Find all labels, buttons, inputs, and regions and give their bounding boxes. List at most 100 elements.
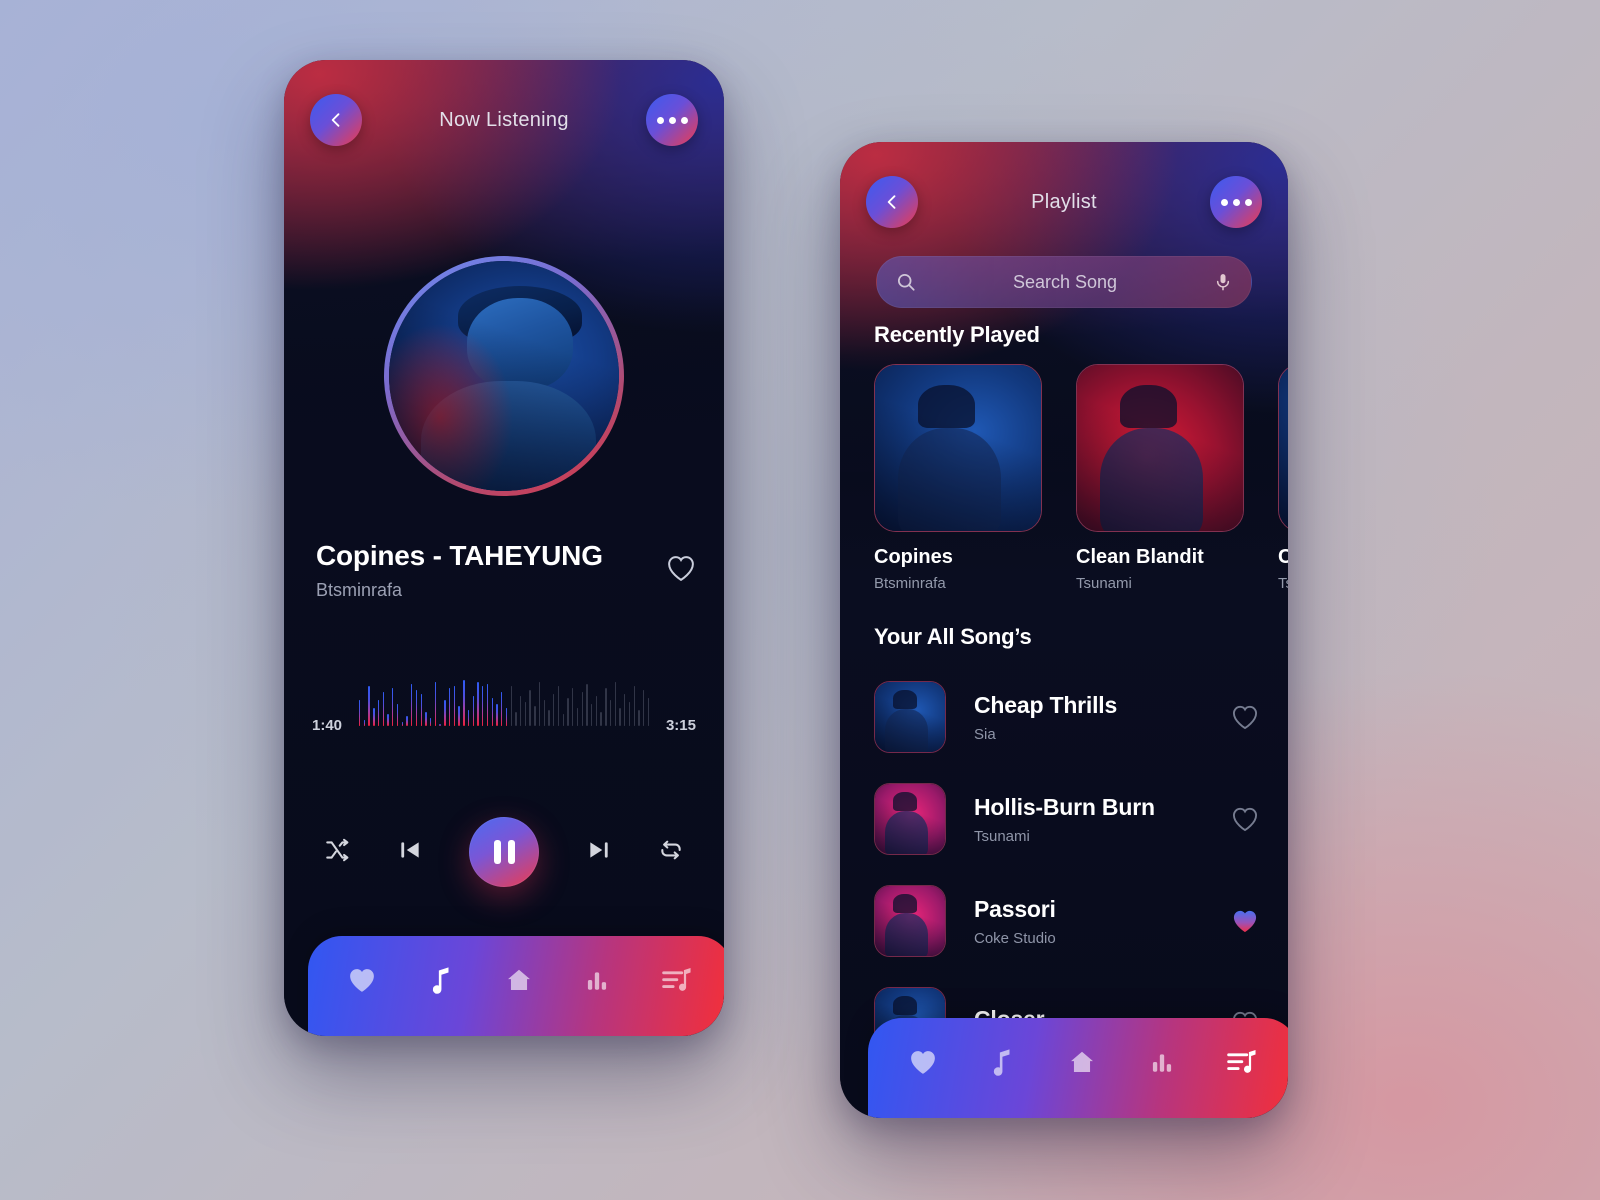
waveform-bar xyxy=(619,708,621,726)
heart-icon xyxy=(350,969,375,992)
recent-card[interactable]: Clean Blandit Tsunami xyxy=(1076,364,1244,604)
waveform-bar xyxy=(373,708,375,726)
repeat-button[interactable] xyxy=(658,837,684,868)
waveform-bar xyxy=(534,706,536,726)
next-button[interactable] xyxy=(585,837,613,868)
song-title: Hollis-Burn Burn xyxy=(974,793,1155,820)
artist-portrait xyxy=(389,261,619,491)
album-art xyxy=(384,256,624,496)
heart-outline-icon xyxy=(668,556,694,582)
page-title: Playlist xyxy=(1031,190,1097,213)
recent-card[interactable]: Cl Tsu xyxy=(1278,364,1288,604)
song-like-button[interactable] xyxy=(1228,704,1262,730)
music-note-icon xyxy=(432,967,449,994)
waveform-bar xyxy=(572,688,574,726)
play-pause-button[interactable] xyxy=(469,817,539,887)
progress-waveform[interactable]: 1:40 3:15 xyxy=(312,660,696,744)
waveform-bar xyxy=(590,704,593,726)
shuffle-button[interactable] xyxy=(324,837,350,868)
home-icon xyxy=(1071,1051,1093,1073)
nav-item-charts[interactable] xyxy=(1149,1049,1175,1075)
nav-item-music[interactable] xyxy=(428,965,454,995)
nav-item-charts[interactable] xyxy=(584,967,610,993)
nav-item-home[interactable] xyxy=(1067,1048,1097,1076)
repeat-icon xyxy=(661,840,681,859)
waveform-bar xyxy=(420,694,422,726)
waveform-bar xyxy=(543,700,545,726)
playlist-icon xyxy=(661,967,691,991)
waveform-bar xyxy=(600,712,602,726)
recently-played-list[interactable]: Copines Btsminrafa Clean Blandit Tsunami Cl T… xyxy=(874,364,1288,604)
song-row[interactable]: Cheap Thrills Sia xyxy=(874,666,1262,768)
heart-outline-icon xyxy=(1232,807,1258,832)
waveform-bar xyxy=(647,698,650,726)
waveform-bars[interactable] xyxy=(359,664,650,726)
waveform-bar xyxy=(448,688,451,726)
more-options-button[interactable] xyxy=(646,94,698,146)
waveform-bar xyxy=(458,706,460,726)
waveform-bar xyxy=(557,686,560,726)
waveform-bar xyxy=(638,710,640,726)
recent-card[interactable]: Copines Btsminrafa xyxy=(874,364,1042,604)
recently-played-title: Recently Played xyxy=(874,322,1040,347)
waveform-bar xyxy=(633,686,635,726)
waveform-bar xyxy=(382,692,385,726)
waveform-bar xyxy=(444,700,446,726)
playlist-header: Playlist xyxy=(840,142,1288,262)
waveform-bar xyxy=(567,698,569,726)
all-songs-title: Your All Song’s xyxy=(874,624,1032,649)
nav-item-music[interactable] xyxy=(989,1047,1015,1077)
waveform-bar xyxy=(368,686,370,726)
app-background xyxy=(0,0,1600,1200)
recent-card-art xyxy=(874,364,1042,532)
previous-button[interactable] xyxy=(396,837,424,868)
equalizer-icon xyxy=(588,972,607,990)
waveform-bar xyxy=(434,682,437,726)
more-options-button[interactable] xyxy=(1210,176,1262,228)
bottom-navigation xyxy=(868,1018,1288,1118)
song-row[interactable]: Hollis-Burn Burn Tsunami xyxy=(874,768,1262,870)
nav-item-home[interactable] xyxy=(504,966,534,994)
track-title: Copines - TAHEYUNG xyxy=(316,540,603,571)
recent-card-artist: Tsu xyxy=(1278,575,1288,592)
waveform-bar xyxy=(609,700,612,726)
recent-card-artist: Btsminrafa xyxy=(874,575,946,592)
song-meta: Hollis-Burn Burn Tsunami xyxy=(974,794,1228,845)
album-thumbnail xyxy=(1279,365,1288,531)
like-button[interactable] xyxy=(666,554,696,587)
waveform-bar xyxy=(406,716,408,726)
search-input[interactable]: Search Song xyxy=(917,272,1213,293)
track-info: Copines - TAHEYUNG Btsminrafa xyxy=(316,540,696,601)
nav-item-favorites[interactable] xyxy=(347,966,377,994)
bottom-navigation xyxy=(308,936,724,1036)
nav-item-playlist[interactable] xyxy=(661,966,693,994)
album-thumbnail xyxy=(875,365,1041,531)
nav-item-favorites[interactable] xyxy=(908,1048,938,1076)
back-button[interactable] xyxy=(310,94,362,146)
song-like-button[interactable] xyxy=(1228,806,1262,832)
skip-previous-icon xyxy=(400,841,419,858)
album-thumbnail xyxy=(875,886,945,956)
recent-card-title: Cl xyxy=(1278,546,1288,568)
album-thumbnail xyxy=(1077,365,1243,531)
recent-card-art xyxy=(1076,364,1244,532)
more-options-icon xyxy=(1220,198,1252,206)
song-like-button[interactable] xyxy=(1228,908,1262,934)
page-title: Now Listening xyxy=(439,108,569,131)
waveform-bar xyxy=(496,704,498,726)
waveform-bar xyxy=(359,700,361,726)
song-row[interactable]: Passori Coke Studio xyxy=(874,870,1262,972)
search-bar[interactable]: Search Song xyxy=(876,256,1252,308)
song-artist: Coke Studio xyxy=(974,929,1056,947)
chevron-left-icon xyxy=(887,195,896,209)
waveform-bar xyxy=(624,694,626,726)
waveform-bar xyxy=(467,710,470,726)
waveform-bar xyxy=(524,702,527,726)
waveform-bar xyxy=(392,688,394,726)
waveform-bar xyxy=(463,680,465,726)
waveform-bar xyxy=(505,708,508,726)
back-button[interactable] xyxy=(866,176,918,228)
waveform-bar xyxy=(472,696,474,726)
microphone-icon[interactable] xyxy=(1213,271,1233,293)
nav-item-playlist[interactable] xyxy=(1226,1048,1258,1076)
